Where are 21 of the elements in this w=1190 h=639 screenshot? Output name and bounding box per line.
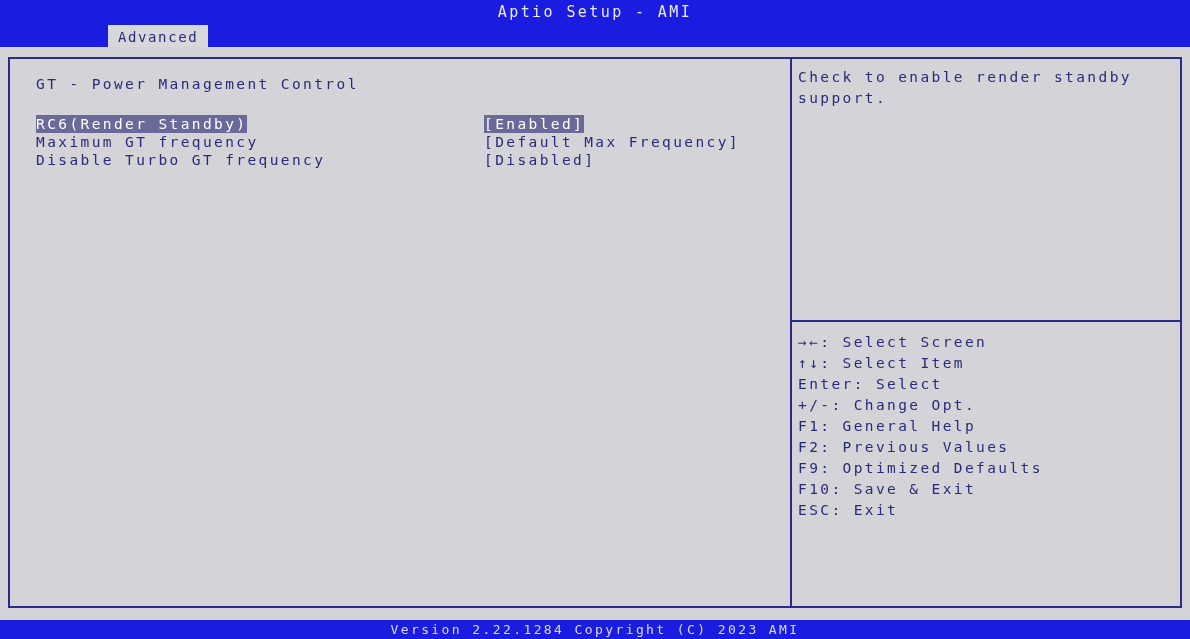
key-hint: →←: Select Screen [798, 333, 989, 352]
key-hint: +/-: Change Opt. [798, 396, 978, 415]
page-heading: GT - Power Management Control [36, 75, 360, 94]
setting-label[interactable]: RC6(Render Standby) [36, 115, 248, 133]
status-bar: Version 2.22.1284 Copyright (C) 2023 AMI [0, 620, 1190, 639]
setting-label[interactable]: Disable Turbo GT frequency [36, 151, 326, 169]
setting-value[interactable]: [Disabled] [484, 151, 596, 169]
key-hint: F10: Save & Exit [798, 480, 978, 499]
setting-label[interactable]: Maximum GT frequency [36, 133, 259, 151]
key-hint: F2: Previous Values [798, 438, 1011, 457]
help-text: Check to enable render standby [798, 68, 1133, 87]
key-hint: F1: General Help [798, 417, 978, 436]
menu-tab[interactable]: Advanced [108, 25, 209, 47]
key-hint: F9: Optimized Defaults [798, 459, 1044, 478]
window-title: Aptio Setup - AMI [496, 2, 694, 23]
key-hint: ESC: Exit [798, 501, 900, 520]
setting-value[interactable]: [Default Max Frequency] [484, 133, 740, 151]
setting-value[interactable]: [Enabled] [484, 115, 585, 133]
help-text: support. [798, 89, 889, 108]
key-hint: ↑↓: Select Item [798, 354, 966, 373]
key-hint: Enter: Select [798, 375, 944, 394]
